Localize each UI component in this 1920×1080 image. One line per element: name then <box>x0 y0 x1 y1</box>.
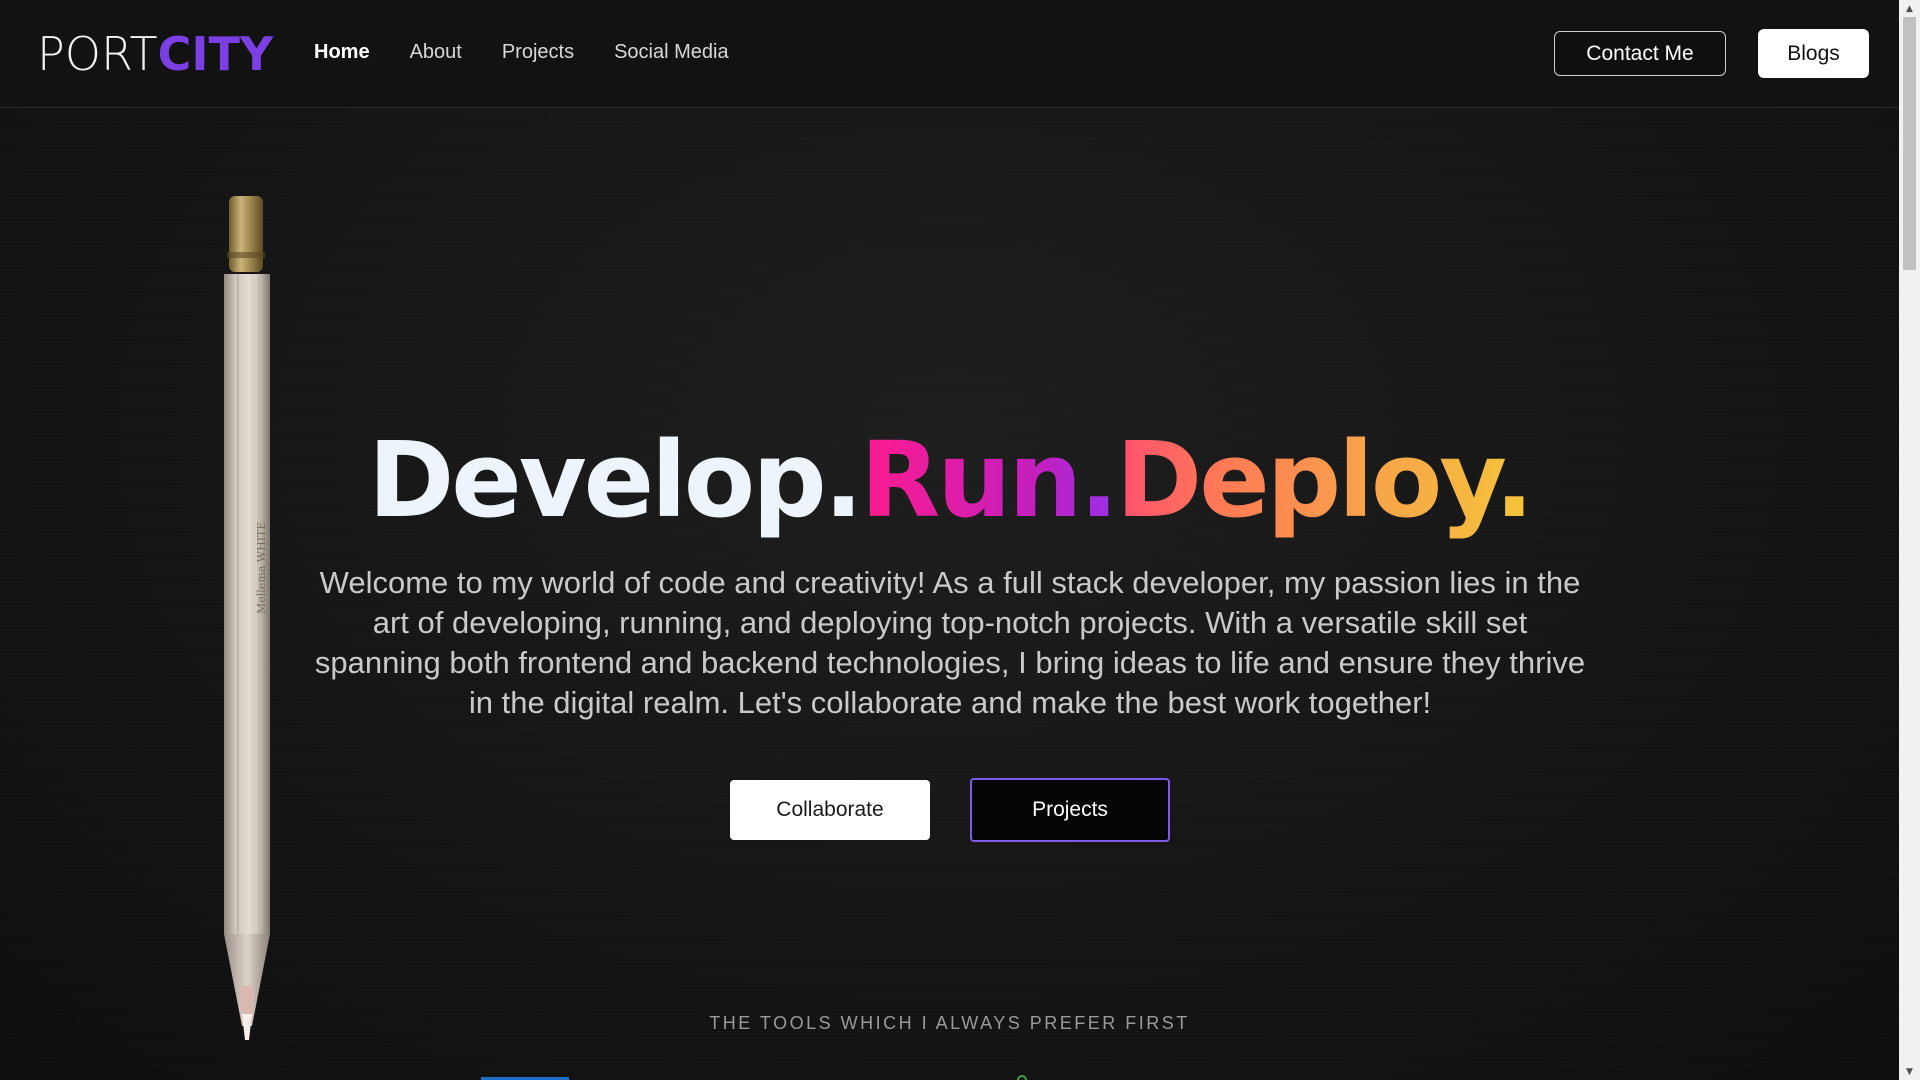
tools-section-heading: THE TOOLS WHICH I ALWAYS PREFER FIRST <box>709 1013 1190 1033</box>
nav-link-projects[interactable]: Projects <box>502 40 574 64</box>
hero-title-deploy: Deploy. <box>1115 418 1534 541</box>
scroll-up-arrow-icon[interactable]: ▲ <box>1899 0 1920 17</box>
scroll-down-arrow-icon[interactable]: ▼ <box>1899 1063 1920 1080</box>
hero-title: Develop.Run.Deploy. <box>0 418 1899 542</box>
pencil-image: Mellema WHITE <box>224 196 270 1040</box>
hero-title-run: Run. <box>860 418 1119 541</box>
tool-logo-partial-2 <box>1017 1075 1027 1080</box>
nav-link-about[interactable]: About <box>410 40 462 64</box>
vertical-scrollbar[interactable]: ▲ ▼ <box>1899 0 1920 1080</box>
nav-link-social-media[interactable]: Social Media <box>614 40 729 64</box>
nav-link-home[interactable]: Home <box>314 40 370 64</box>
contact-me-button[interactable]: Contact Me <box>1554 31 1726 76</box>
scrollbar-thumb[interactable] <box>1903 17 1916 270</box>
projects-button[interactable]: Projects <box>970 778 1170 842</box>
hero-description: Welcome to my world of code and creativi… <box>314 565 1586 720</box>
blogs-button[interactable]: Blogs <box>1758 29 1869 78</box>
site-logo[interactable]: PORTCITY <box>37 27 273 81</box>
collaborate-button[interactable]: Collaborate <box>730 780 930 840</box>
page-viewport: PORTCITY Home About Projects Social Medi… <box>0 0 1899 1080</box>
navbar: PORTCITY Home About Projects Social Medi… <box>0 0 1899 108</box>
logo-city-text: CITY <box>157 27 274 81</box>
logo-port-text: PORT <box>37 27 158 81</box>
hero-title-develop: Develop. <box>367 418 863 541</box>
main-nav: Home About Projects Social Media <box>314 40 769 64</box>
